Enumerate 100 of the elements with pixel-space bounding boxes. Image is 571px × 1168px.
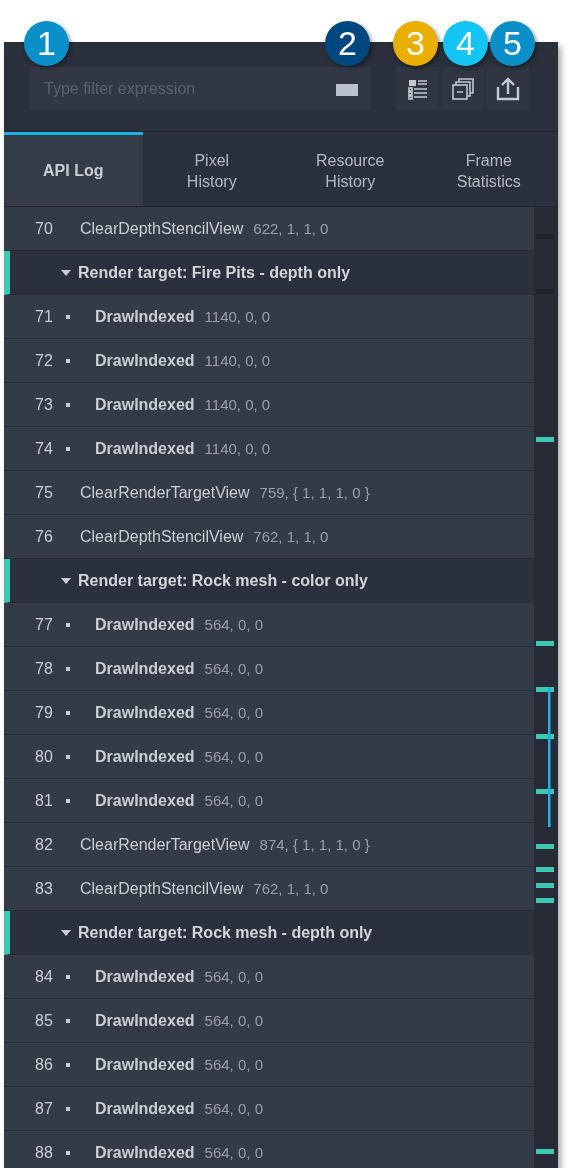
bullet-icon: [66, 1150, 70, 1155]
call-number: 79: [35, 703, 54, 722]
log-row[interactable]: 85 DrawIndexed 564, 0, 0: [4, 999, 534, 1043]
bullet-icon: [66, 754, 70, 759]
call-arguments: 622, 1, 1, 0: [253, 220, 329, 237]
bullet-icon: [66, 622, 70, 627]
share-icon: [494, 76, 521, 101]
call-number: 72: [35, 351, 54, 370]
bullet-icon: [66, 402, 70, 407]
call-name: DrawIndexed: [95, 967, 195, 986]
log-row[interactable]: 76 ClearDepthStencilView 762, 1, 1, 0: [4, 515, 534, 559]
log-row[interactable]: 84 DrawIndexed 564, 0, 0: [4, 955, 534, 999]
group-row[interactable]: Render target: Fire Pits - depth only: [4, 251, 534, 295]
call-arguments: 1140, 0, 0: [204, 396, 271, 413]
call-name: DrawIndexed: [95, 395, 195, 414]
call-arguments: 564, 0, 0: [204, 968, 263, 985]
call-arguments: 564, 0, 0: [204, 616, 263, 633]
call-arguments: 762, 1, 1, 0: [253, 528, 329, 545]
log-row[interactable]: 81 DrawIndexed 564, 0, 0: [4, 779, 534, 823]
call-name: DrawIndexed: [95, 1055, 195, 1074]
bullet-icon: [66, 446, 70, 451]
log-row[interactable]: 73 DrawIndexed 1140, 0, 0: [4, 383, 534, 427]
call-name: DrawIndexed: [95, 307, 195, 326]
call-name: DrawIndexed: [95, 791, 195, 810]
log-row[interactable]: 75 ClearRenderTargetView 759, { 1, 1, 1, 0 }: [4, 471, 534, 515]
list-icon: [406, 77, 429, 100]
tab[interactable]: API Log: [4, 132, 143, 206]
log-row[interactable]: 78 DrawIndexed 564, 0, 0: [4, 647, 534, 691]
call-number: 77: [35, 615, 54, 634]
log-row[interactable]: 83 ClearDepthStencilView 762, 1, 1, 0: [4, 867, 534, 911]
call-name: ClearRenderTargetView: [80, 835, 250, 854]
log-row[interactable]: 88 DrawIndexed 564, 0, 0: [4, 1131, 534, 1168]
call-arguments: 564, 0, 0: [204, 792, 263, 809]
call-name: DrawIndexed: [95, 615, 195, 634]
group-row[interactable]: Render target: Rock mesh - depth only: [4, 911, 534, 955]
call-number: 76: [35, 527, 54, 546]
call-arguments: 564, 0, 0: [204, 748, 263, 765]
call-number: 88: [35, 1143, 54, 1162]
call-arguments: 564, 0, 0: [204, 1100, 263, 1117]
call-name: DrawIndexed: [95, 1099, 195, 1118]
call-arguments: 1140, 0, 0: [204, 352, 271, 369]
call-number: 81: [35, 791, 54, 810]
call-number: 87: [35, 1099, 54, 1118]
collapse-all-button[interactable]: [441, 67, 484, 110]
log-row[interactable]: 87 DrawIndexed 564, 0, 0: [4, 1087, 534, 1131]
log-row[interactable]: 71 DrawIndexed 1140, 0, 0: [4, 295, 534, 339]
call-name: DrawIndexed: [95, 747, 195, 766]
bullet-icon: [66, 974, 70, 979]
call-number: 74: [35, 439, 54, 458]
group-row[interactable]: Render target: Rock mesh - color only: [4, 559, 534, 603]
call-number: 85: [35, 1011, 54, 1030]
group-label: Render target: Rock mesh - depth only: [78, 923, 373, 942]
call-number: 86: [35, 1055, 54, 1074]
call-number: 83: [35, 879, 54, 898]
expand-down-icon[interactable]: [60, 576, 72, 585]
expand-down-icon[interactable]: [60, 268, 72, 277]
call-number: 82: [35, 835, 54, 854]
call-arguments: 762, 1, 1, 0: [253, 880, 329, 897]
log-row[interactable]: 80 DrawIndexed 564, 0, 0: [4, 735, 534, 779]
stacked-windows-icon: [450, 76, 475, 101]
call-arguments: 1140, 0, 0: [204, 440, 271, 457]
call-name: DrawIndexed: [95, 439, 195, 458]
log-row[interactable]: 70 ClearDepthStencilView 622, 1, 1, 0: [4, 207, 534, 251]
bullet-icon: [66, 798, 70, 803]
call-name: ClearDepthStencilView: [80, 527, 244, 546]
log-row[interactable]: 77 DrawIndexed 564, 0, 0: [4, 603, 534, 647]
call-number: 80: [35, 747, 54, 766]
call-name: DrawIndexed: [95, 659, 195, 678]
call-number: 75: [35, 483, 54, 502]
expand-down-icon[interactable]: [60, 928, 72, 937]
call-name: DrawIndexed: [95, 1011, 195, 1030]
call-number: 70: [35, 219, 54, 238]
call-arguments: 564, 0, 0: [204, 1144, 263, 1161]
call-name: DrawIndexed: [95, 1143, 195, 1162]
export-button[interactable]: [486, 67, 529, 110]
call-name: ClearDepthStencilView: [80, 219, 244, 238]
bullet-icon: [66, 314, 70, 319]
group-label: Render target: Fire Pits - depth only: [78, 263, 351, 282]
bullet-icon: [66, 1106, 70, 1111]
call-arguments: 759, { 1, 1, 1, 0 }: [259, 484, 370, 501]
call-arguments: 564, 0, 0: [204, 1056, 263, 1073]
bullet-icon: [66, 710, 70, 715]
log-row[interactable]: 86 DrawIndexed 564, 0, 0: [4, 1043, 534, 1087]
call-arguments: 564, 0, 0: [204, 704, 263, 721]
log-row[interactable]: 72 DrawIndexed 1140, 0, 0: [4, 339, 534, 383]
log-row[interactable]: 79 DrawIndexed 564, 0, 0: [4, 691, 534, 735]
call-arguments: 1140, 0, 0: [204, 308, 271, 325]
call-arguments: 874, { 1, 1, 1, 0 }: [259, 836, 370, 853]
call-number: 73: [35, 395, 54, 414]
bullet-icon: [66, 1062, 70, 1067]
call-number: 84: [35, 967, 54, 986]
bullet-icon: [66, 1018, 70, 1023]
log-row[interactable]: 74 DrawIndexed 1140, 0, 0: [4, 427, 534, 471]
bullet-icon: [66, 358, 70, 363]
log-row[interactable]: 82 ClearRenderTargetView 874, { 1, 1, 1, 0 }: [4, 823, 534, 867]
group-label: Render target: Rock mesh - color only: [78, 571, 368, 590]
call-name: ClearDepthStencilView: [80, 879, 244, 898]
call-name: DrawIndexed: [95, 351, 195, 370]
list-view-button[interactable]: [396, 67, 439, 110]
bullet-icon: [66, 666, 70, 671]
